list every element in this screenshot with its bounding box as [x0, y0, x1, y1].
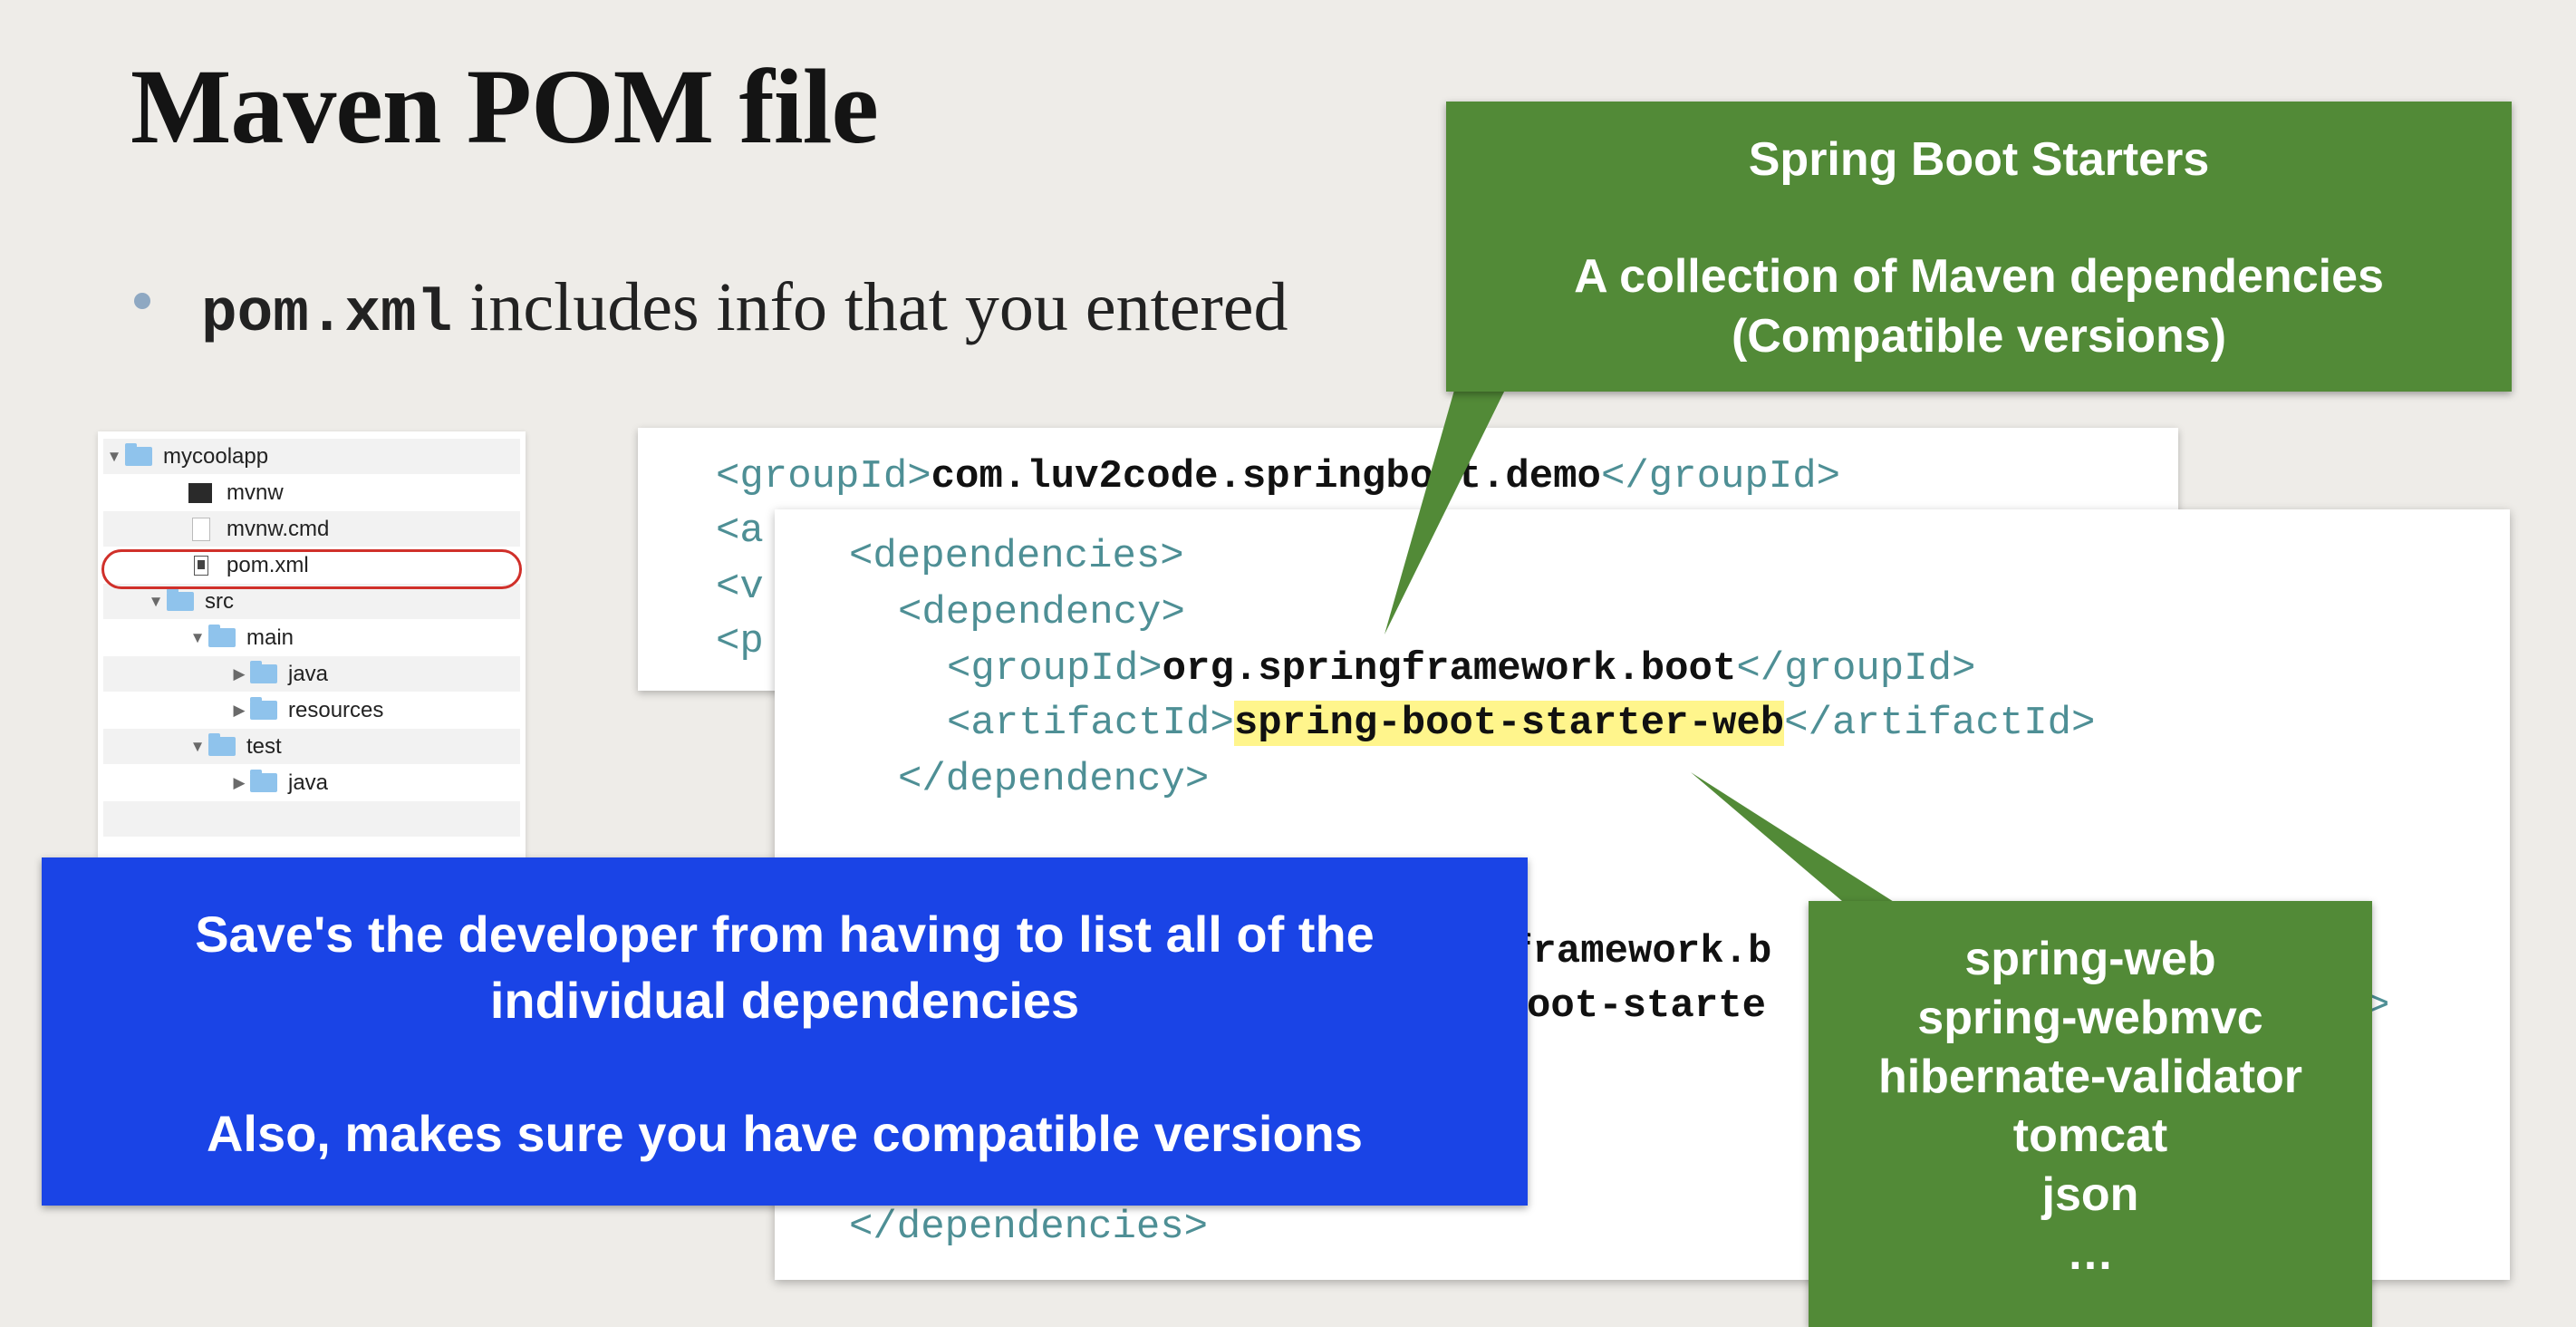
callout-line-1: A collection of Maven dependencies [1574, 250, 2384, 303]
dependency-item: spring-webmvc [1917, 992, 2263, 1044]
callout-title: Spring Boot Starters [1748, 133, 2210, 186]
callout-line-1: Save's the developer from having to list… [195, 906, 1375, 963]
callout-line-2: individual dependencies [489, 972, 1080, 1029]
spring-boot-starters-callout: Spring Boot Starters A collection of Mav… [1446, 102, 2512, 392]
dependency-item: spring-web [1964, 933, 2216, 985]
starters-pointer [1384, 381, 1510, 634]
developer-benefit-callout: Save's the developer from having to list… [42, 857, 1528, 1206]
dependency-item: tomcat [2012, 1109, 2168, 1162]
callout-line-2: (Compatible versions) [1731, 310, 2227, 363]
dependency-item: … [2067, 1227, 2114, 1280]
slide: Maven POM file pom.xml includes info tha… [0, 0, 2576, 1327]
dependency-item: hibernate-validator [1877, 1051, 2303, 1103]
deps-list-pointer [1691, 772, 1901, 906]
callout-line-3: Also, makes sure you have compatible ver… [206, 1105, 1364, 1162]
dependency-list: spring-web spring-webmvc hibernate-valid… [1809, 930, 2372, 1283]
transitive-dependencies-callout: spring-web spring-webmvc hibernate-valid… [1809, 901, 2372, 1327]
dependency-item: json [2041, 1168, 2139, 1221]
